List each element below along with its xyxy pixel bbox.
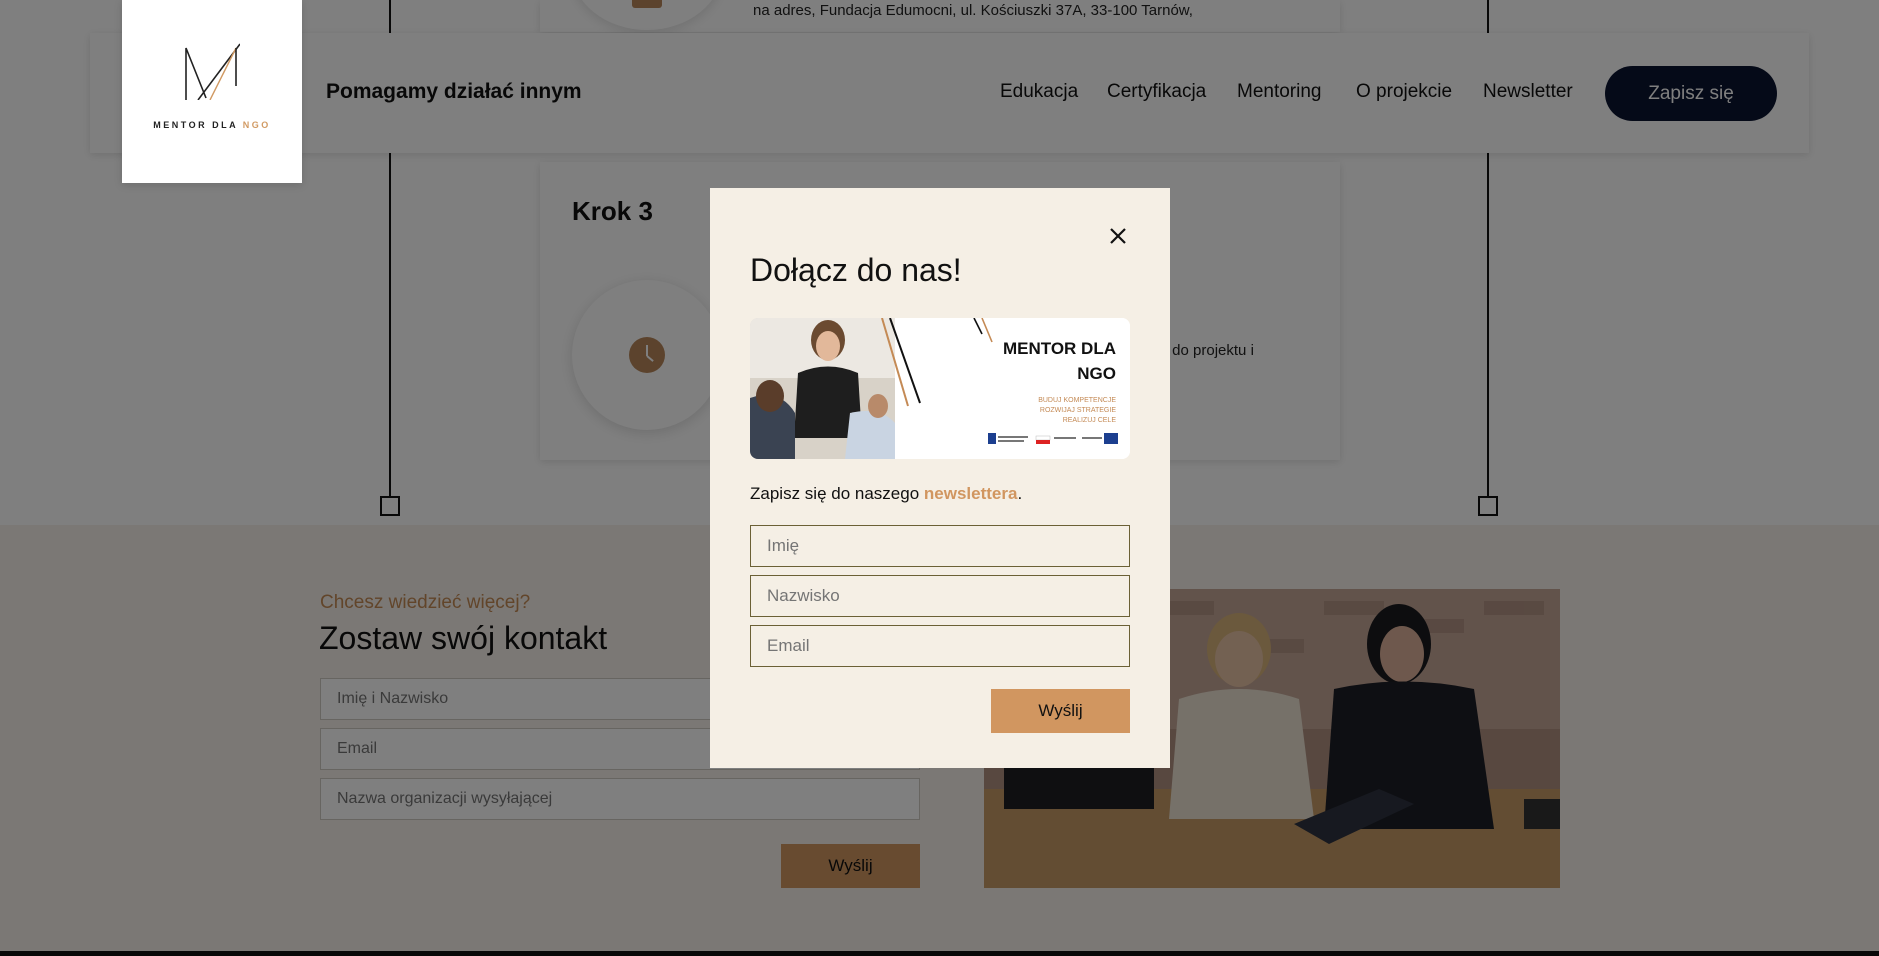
newsletter-highlight: newslettera	[923, 484, 1018, 503]
newsletter-modal: Dołącz do nas! MENTOR DLA NGO BUDUJ KOMP…	[710, 188, 1170, 768]
logo-text: MENTOR DLA NGO	[153, 120, 271, 130]
close-icon	[1110, 228, 1126, 244]
first-name-field[interactable]	[750, 525, 1130, 567]
close-button[interactable]	[1106, 224, 1130, 248]
last-name-field[interactable]	[750, 575, 1130, 617]
email-field[interactable]	[750, 625, 1130, 667]
modal-title: Dołącz do nas!	[750, 252, 962, 288]
logo-mark-icon	[185, 43, 240, 100]
site-logo[interactable]: MENTOR DLA NGO	[122, 0, 302, 183]
modal-description: Zapisz się do naszego newslettera.	[750, 484, 1023, 503]
banner-title: MENTOR DLA NGO	[1002, 339, 1116, 383]
newsletter-submit-button[interactable]: Wyślij	[991, 689, 1130, 733]
modal-banner: MENTOR DLA NGO BUDUJ KOMPETENCJE ROZWIJA…	[750, 318, 1130, 459]
banner-subtitle: BUDUJ KOMPETENCJE ROZWIJAJ STRATEGIE REA…	[1038, 397, 1116, 424]
funding-logos	[988, 433, 1118, 444]
